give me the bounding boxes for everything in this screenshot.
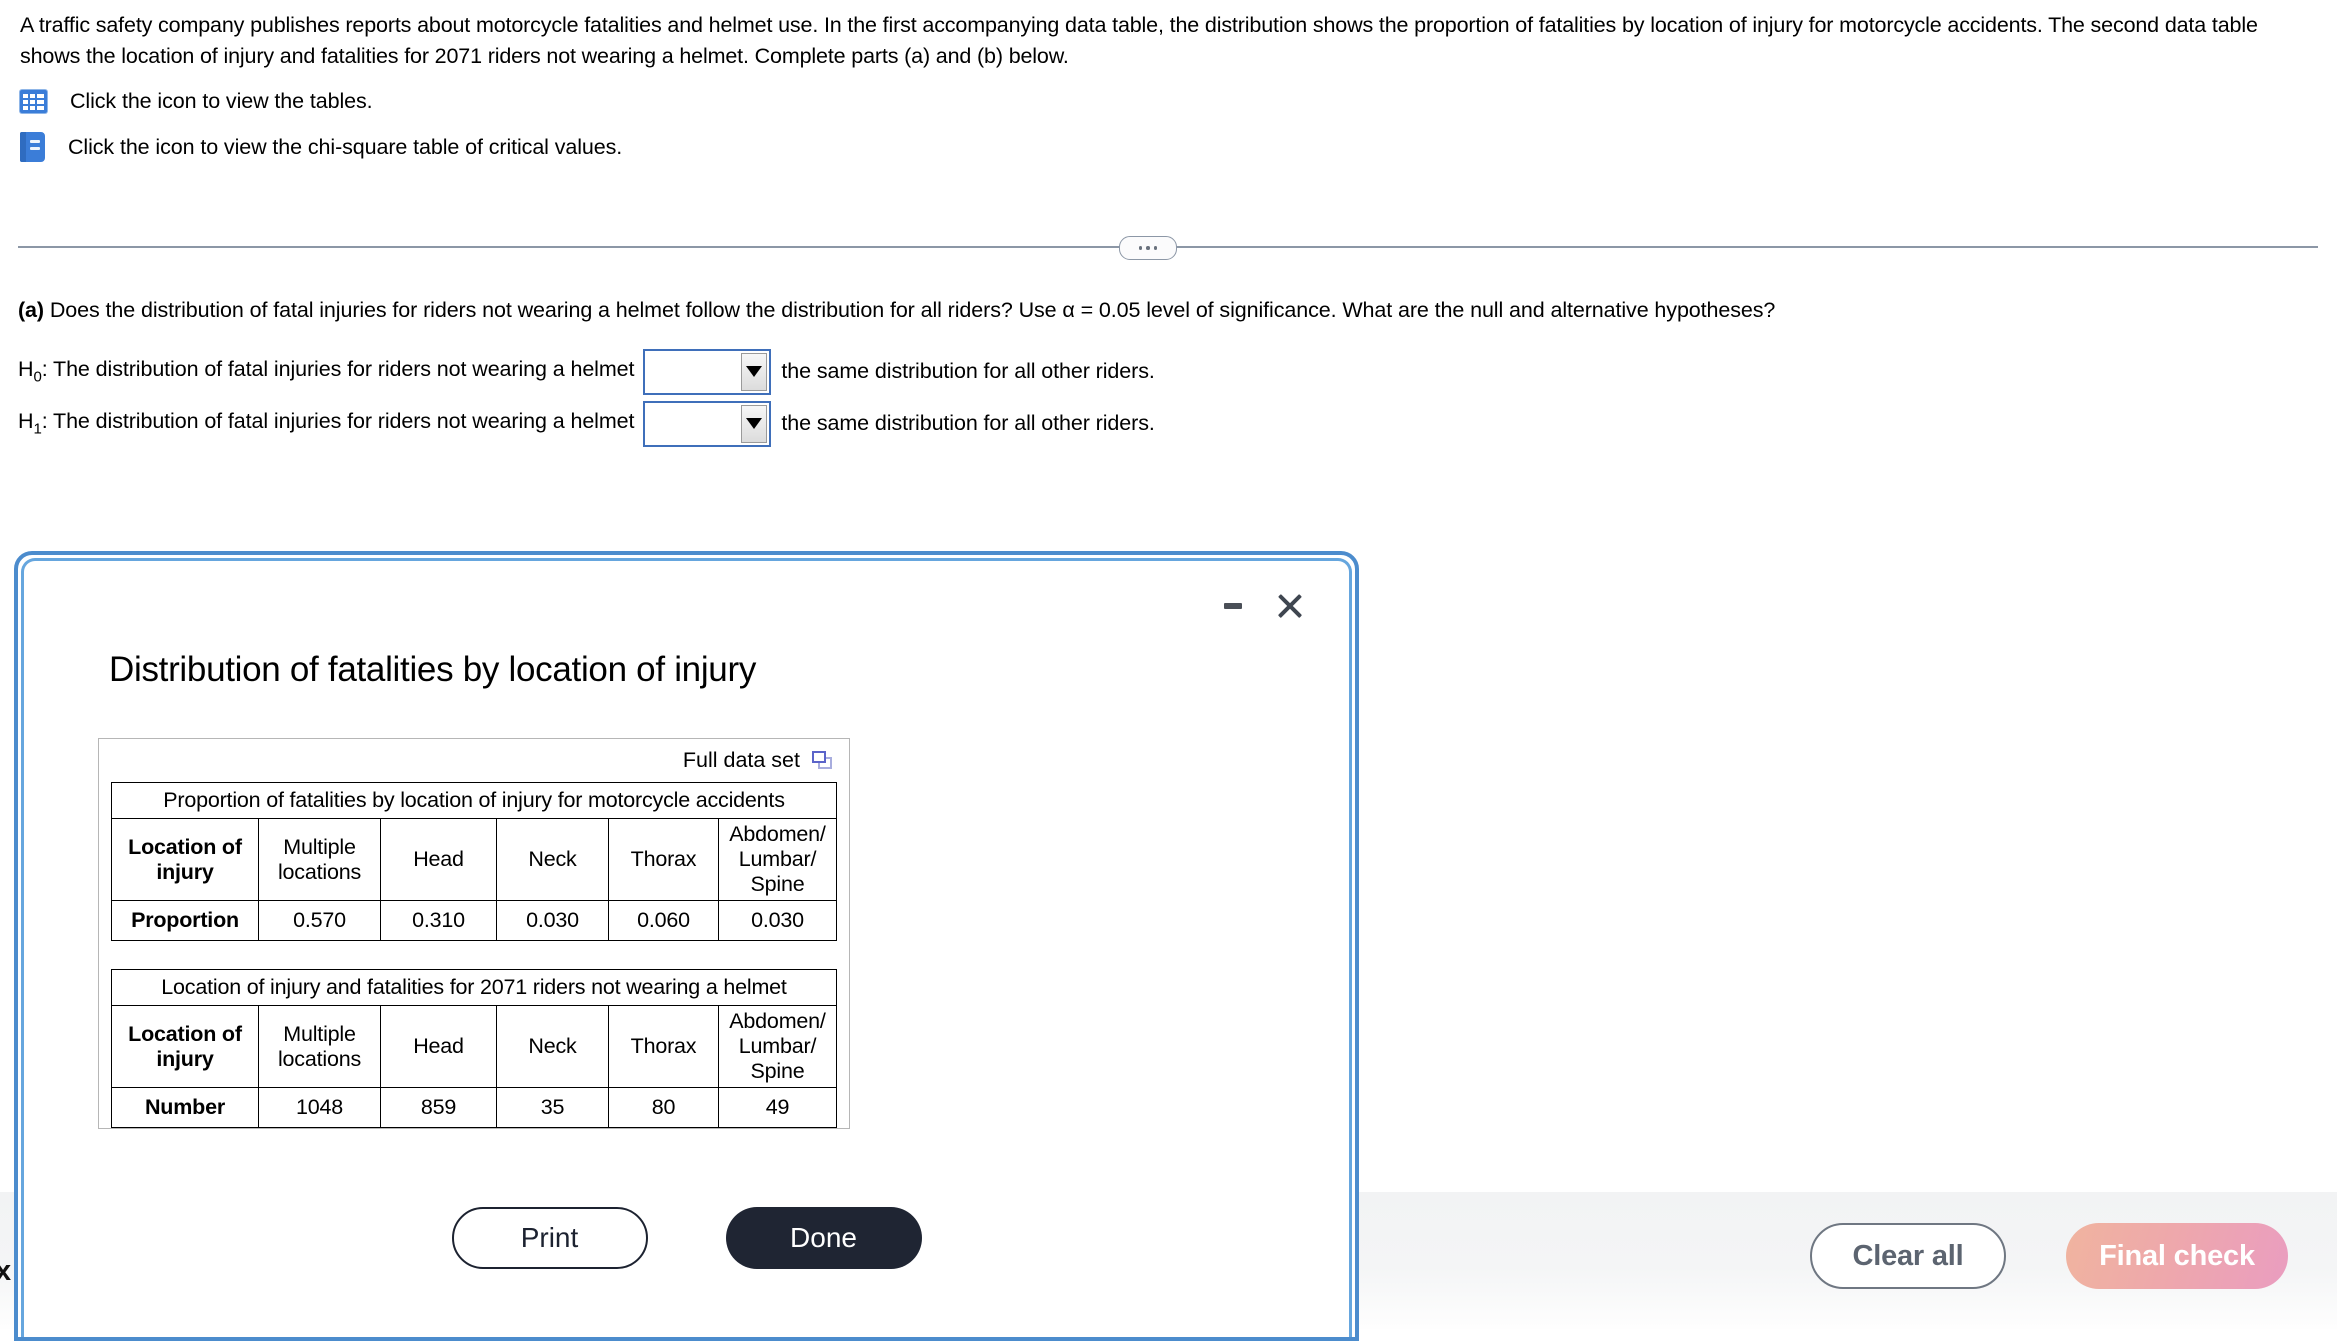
section-divider xyxy=(18,236,2318,260)
table-value-row-label: Number xyxy=(111,1087,259,1128)
occluded-text: x xyxy=(0,1255,12,1287)
part-a-letter: (a) xyxy=(18,298,44,322)
hypothesis-null-label: H0: The distribution of fatal injuries f… xyxy=(18,357,635,386)
table-column-header: Multiple locations xyxy=(258,1005,381,1088)
chevron-down-icon[interactable] xyxy=(741,404,768,443)
table-column-header: Abdomen/ Lumbar/ Spine xyxy=(718,1005,837,1088)
table-row-header-label: Location of injury xyxy=(111,1005,259,1088)
bottom-action-bar-buttons: Clear all Final check xyxy=(1810,1223,2288,1289)
table-row: Proportion 0.570 0.310 0.030 0.060 0.030 xyxy=(111,900,837,941)
table-cell: 1048 xyxy=(258,1087,381,1128)
close-icon[interactable] xyxy=(1273,589,1307,623)
table-column-header: Neck xyxy=(496,1005,609,1088)
part-a-section: (a) Does the distribution of fatal injur… xyxy=(18,296,2308,447)
table-header-row: Location of injury Multiple locations He… xyxy=(111,1005,837,1088)
table-column-header: Head xyxy=(380,818,497,901)
hypothesis-alternative-lead: : The distribution of fatal injuries for… xyxy=(41,409,635,434)
table-cell: 859 xyxy=(380,1087,497,1128)
table-cell: 35 xyxy=(496,1087,609,1128)
hypothesis-null-lead: : The distribution of fatal injuries for… xyxy=(41,357,635,382)
print-button[interactable]: Print xyxy=(451,1207,648,1269)
view-chi-square-table-label: Click the icon to view the chi-square ta… xyxy=(68,134,623,159)
hypothesis-alternative-row: H1: The distribution of fatal injuries f… xyxy=(18,397,1155,450)
table-title: Location of injury and fatalities for 20… xyxy=(111,969,837,1006)
table-column-header: Thorax xyxy=(608,1005,719,1088)
table-title-row: Location of injury and fatalities for 20… xyxy=(111,969,837,1006)
popup-dialog: Distribution of fatalities by location o… xyxy=(14,551,1359,1341)
hypothesis-alternative-dropdown[interactable] xyxy=(643,400,772,447)
chevron-down-icon[interactable] xyxy=(741,352,768,391)
problem-statement-text: A traffic safety company publishes repor… xyxy=(20,13,2258,68)
hypothesis-null-row: H0: The distribution of fatal injuries f… xyxy=(18,345,1155,398)
copy-icon[interactable] xyxy=(812,751,833,770)
hypothesis-null-tail: the same distribution for all other ride… xyxy=(781,359,1155,383)
view-tables-label: Click the icon to view the tables. xyxy=(70,88,373,113)
table-value-row-label: Proportion xyxy=(111,900,259,941)
count-table: Location of injury and fatalities for 20… xyxy=(111,969,837,1128)
view-tables-link[interactable]: Click the icon to view the tables. xyxy=(20,84,2310,118)
clear-all-button[interactable]: Clear all xyxy=(1810,1223,2006,1289)
table-column-header: Neck xyxy=(496,818,609,901)
data-table-panel: Full data set Proportion of fatalities b… xyxy=(98,738,850,1129)
part-a-question: (a) Does the distribution of fatal injur… xyxy=(18,296,2308,324)
divider-more-options-button[interactable] xyxy=(1119,236,1177,260)
proportion-table: Proportion of fatalities by location of … xyxy=(111,782,837,941)
hypothesis-alternative-label: H1: The distribution of fatal injuries f… xyxy=(18,409,635,438)
final-check-button[interactable]: Final check xyxy=(2066,1223,2288,1289)
table-column-header: Thorax xyxy=(608,818,719,901)
table-cell: 0.310 xyxy=(380,900,497,941)
table-column-header: Multiple locations xyxy=(258,818,381,901)
problem-statement: A traffic safety company publishes repor… xyxy=(20,10,2310,164)
table-cell: 0.060 xyxy=(608,900,719,941)
table-cell: 0.030 xyxy=(718,900,837,941)
table-grid-icon[interactable] xyxy=(20,89,47,113)
book-icon[interactable] xyxy=(20,132,45,162)
table-column-header: Abdomen/ Lumbar/ Spine xyxy=(718,818,837,901)
done-button[interactable]: Done xyxy=(725,1207,922,1269)
hypothesis-alternative-tail: the same distribution for all other ride… xyxy=(781,411,1155,435)
table-cell: 80 xyxy=(608,1087,719,1128)
full-data-set-label: Full data set xyxy=(682,748,800,772)
hypothesis-null-dropdown[interactable] xyxy=(643,348,772,395)
minimize-icon[interactable] xyxy=(1221,594,1245,618)
table-title-row: Proportion of fatalities by location of … xyxy=(111,782,837,819)
dialog-title: Distribution of fatalities by location o… xyxy=(109,650,757,689)
hypothesis-null-subscript: 0 xyxy=(33,368,42,386)
table-column-header: Head xyxy=(380,1005,497,1088)
table-cell: 49 xyxy=(718,1087,837,1128)
full-data-set-row: Full data set xyxy=(99,739,849,782)
dialog-body: Distribution of fatalities by location o… xyxy=(27,564,1346,1337)
table-cell: 0.030 xyxy=(496,900,609,941)
table-cell: 0.570 xyxy=(258,900,381,941)
view-chi-square-table-link[interactable]: Click the icon to view the chi-square ta… xyxy=(20,130,2310,164)
table-row-header-label: Location of injury xyxy=(111,818,259,901)
dialog-footer: Print Done xyxy=(27,1207,1346,1269)
part-a-question-text: Does the distribution of fatal injuries … xyxy=(43,298,1776,322)
dialog-window-controls xyxy=(1221,589,1307,623)
table-row: Number 1048 859 35 80 49 xyxy=(111,1087,837,1128)
table-header-row: Location of injury Multiple locations He… xyxy=(111,818,837,901)
hypothesis-alternative-subscript: 1 xyxy=(33,420,42,438)
table-title: Proportion of fatalities by location of … xyxy=(111,782,837,819)
